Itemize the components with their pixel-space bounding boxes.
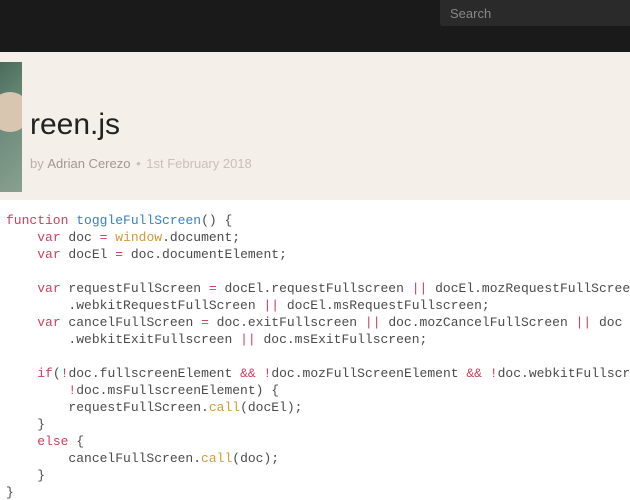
search-input[interactable] xyxy=(450,6,626,21)
code-text: doc.fullscreenElement xyxy=(68,366,240,381)
operator: = xyxy=(115,247,123,262)
author-link[interactable]: Adrian Cerezo xyxy=(47,156,130,171)
code-text: } xyxy=(6,417,45,432)
code-text: doc.msFullscreenElement) { xyxy=(76,383,279,398)
top-bar: | All xyxy=(0,0,630,52)
code-text: doc.mozFullScreenElement xyxy=(271,366,466,381)
keyword-function: function xyxy=(6,213,68,228)
code-text: .webkitExitFullscreen xyxy=(68,332,240,347)
publish-date: 1st February 2018 xyxy=(146,156,252,171)
code-text: .webkitRequestFullScreen xyxy=(68,298,263,313)
code-text: (docEl); xyxy=(240,400,302,415)
operator: = xyxy=(209,281,217,296)
operator: || xyxy=(576,315,592,330)
method-call: call xyxy=(201,451,232,466)
code-block: function toggleFullScreen() { var doc = … xyxy=(0,200,630,500)
code-text: requestFullScreen. xyxy=(6,400,209,415)
code-text: doc xyxy=(61,230,100,245)
by-label: by xyxy=(30,156,44,171)
code-text: doc.exitFullscreen xyxy=(209,315,365,330)
code-text: doc.msExitFullscreen; xyxy=(256,332,428,347)
operator: && xyxy=(240,366,256,381)
code-text: cancelFullScreen xyxy=(61,315,201,330)
code-text: { xyxy=(68,434,84,449)
code-text: cancelFullScreen. xyxy=(6,451,201,466)
method-call: call xyxy=(209,400,240,415)
code-text: doc.webkitFullscr xyxy=(498,366,630,381)
operator: = xyxy=(201,315,209,330)
avatar xyxy=(0,62,22,192)
keyword-var: var xyxy=(37,315,60,330)
code-text: docEl.msRequestFullscreen; xyxy=(279,298,490,313)
operator: ! xyxy=(490,366,498,381)
code-text: ( xyxy=(53,366,61,381)
code-text: docEl.requestFullscreen xyxy=(217,281,412,296)
operator: || xyxy=(412,281,428,296)
operator: || xyxy=(240,332,256,347)
keyword-if: if xyxy=(37,366,53,381)
code-text: } xyxy=(6,468,45,483)
code-text: doc.mozCancelFullScreen xyxy=(381,315,576,330)
code-text: docEl.mozRequestFullScreen xyxy=(427,281,630,296)
byline-separator: • xyxy=(136,156,141,171)
code-text: () { xyxy=(201,213,232,228)
operator: = xyxy=(100,230,108,245)
operator: && xyxy=(466,366,482,381)
code-text: (doc); xyxy=(232,451,279,466)
function-name: toggleFullScreen xyxy=(76,213,201,228)
operator: || xyxy=(263,298,279,313)
code-text: docEl xyxy=(61,247,116,262)
keyword-var: var xyxy=(37,247,60,262)
byline: by Adrian Cerezo • 1st February 2018 xyxy=(30,156,630,171)
code-text: doc.documentElement; xyxy=(123,247,287,262)
page-title: reen.js xyxy=(30,52,630,142)
keyword-var: var xyxy=(37,230,60,245)
keyword-else: else xyxy=(37,434,68,449)
code-text: .document; xyxy=(162,230,240,245)
global-window: window xyxy=(115,230,162,245)
code-text: } xyxy=(6,485,14,500)
code-text: requestFullScreen xyxy=(61,281,209,296)
article-header: reen.js by Adrian Cerezo • 1st February … xyxy=(0,52,630,200)
operator: || xyxy=(365,315,381,330)
code-text: doc xyxy=(591,315,622,330)
search-box: | All xyxy=(440,0,630,26)
keyword-var: var xyxy=(37,281,60,296)
